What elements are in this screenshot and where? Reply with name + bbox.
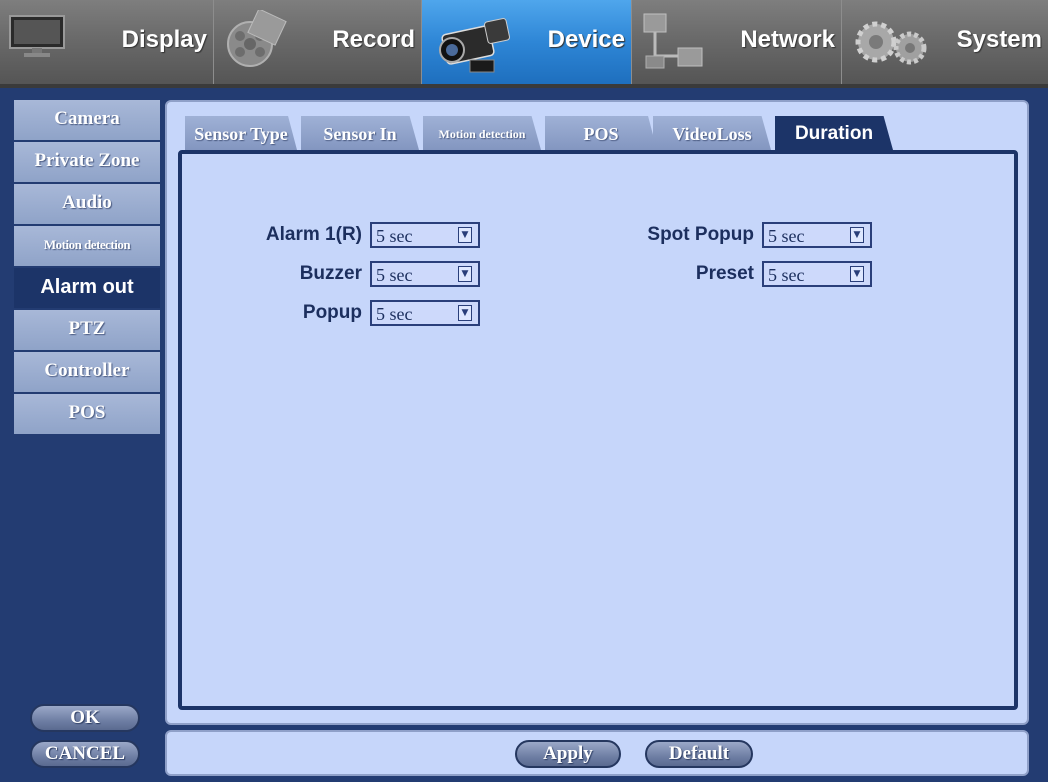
film-reel-icon bbox=[222, 8, 288, 76]
alarm1-label: Alarm 1(R) bbox=[265, 224, 362, 245]
chevron-down-icon[interactable]: ▼ bbox=[850, 227, 864, 243]
preset-label: Preset bbox=[695, 263, 754, 284]
ok-button[interactable]: OK bbox=[30, 704, 140, 732]
side-menu-camera[interactable]: Camera bbox=[14, 100, 160, 140]
chevron-down-icon[interactable]: ▼ bbox=[458, 227, 472, 243]
monitor-icon bbox=[8, 10, 68, 64]
tab-pos[interactable]: POS bbox=[545, 116, 657, 150]
side-menu-ptz[interactable]: PTZ bbox=[14, 310, 160, 350]
popup-label: Popup bbox=[302, 302, 362, 323]
duration-content: Alarm 1(R) 5 sec ▼ Buzzer 5 sec ▼ Popup … bbox=[178, 150, 1018, 710]
spot-popup-label: Spot Popup bbox=[647, 224, 754, 245]
gears-icon bbox=[850, 10, 934, 74]
side-menu-pos[interactable]: POS bbox=[14, 394, 160, 434]
tab-duration[interactable]: Duration bbox=[775, 116, 893, 150]
top-menu-label: Record bbox=[332, 26, 415, 53]
tab-sensor-type[interactable]: Sensor Type bbox=[185, 116, 297, 150]
top-menu-system[interactable]: System bbox=[842, 0, 1048, 84]
top-menu-display[interactable]: Display bbox=[0, 0, 214, 84]
top-menu-device[interactable]: Device bbox=[422, 0, 632, 84]
network-icon bbox=[640, 10, 706, 80]
top-menu-bar: Display Record Device Network System bbox=[0, 0, 1048, 88]
spot-popup-value: 5 sec bbox=[768, 226, 805, 246]
side-menu-private-zone[interactable]: Private Zone bbox=[14, 142, 160, 182]
top-menu-label: Display bbox=[121, 26, 207, 53]
cancel-button[interactable]: CANCEL bbox=[30, 740, 140, 768]
popup-select[interactable]: 5 sec ▼ bbox=[370, 300, 480, 326]
top-menu-label: Network bbox=[740, 26, 835, 53]
preset-select[interactable]: 5 sec ▼ bbox=[762, 261, 872, 287]
side-menu-controller[interactable]: Controller bbox=[14, 352, 160, 392]
chevron-down-icon[interactable]: ▼ bbox=[850, 266, 864, 282]
top-menu-record[interactable]: Record bbox=[214, 0, 422, 84]
popup-value: 5 sec bbox=[376, 304, 413, 324]
buzzer-label: Buzzer bbox=[299, 263, 362, 284]
side-menu: Camera Private Zone Audio Motion detecti… bbox=[14, 100, 160, 436]
top-menu-label: Device bbox=[547, 26, 625, 53]
buzzer-select[interactable]: 5 sec ▼ bbox=[370, 261, 480, 287]
buzzer-value: 5 sec bbox=[376, 265, 413, 285]
spot-popup-select[interactable]: 5 sec ▼ bbox=[762, 222, 872, 248]
chevron-down-icon[interactable]: ▼ bbox=[458, 305, 472, 321]
preset-value: 5 sec bbox=[768, 265, 805, 285]
top-menu-label: System bbox=[956, 26, 1042, 53]
alarm1-select[interactable]: 5 sec ▼ bbox=[370, 222, 480, 248]
alarm1-value: 5 sec bbox=[376, 226, 413, 246]
side-menu-alarm-out[interactable]: Alarm out bbox=[14, 268, 160, 308]
side-menu-audio[interactable]: Audio bbox=[14, 184, 160, 224]
camcorder-icon bbox=[430, 10, 514, 84]
bottom-action-panel: Apply Default bbox=[165, 730, 1029, 776]
chevron-down-icon[interactable]: ▼ bbox=[458, 266, 472, 282]
apply-button[interactable]: Apply bbox=[515, 740, 621, 768]
tab-motion-detection[interactable]: Motion detection bbox=[423, 116, 541, 150]
side-menu-motion-detection[interactable]: Motion detection bbox=[14, 226, 160, 266]
default-button[interactable]: Default bbox=[645, 740, 753, 768]
tab-sensor-in[interactable]: Sensor In bbox=[301, 116, 419, 150]
top-menu-network[interactable]: Network bbox=[632, 0, 842, 84]
tab-videoloss[interactable]: VideoLoss bbox=[653, 116, 771, 150]
